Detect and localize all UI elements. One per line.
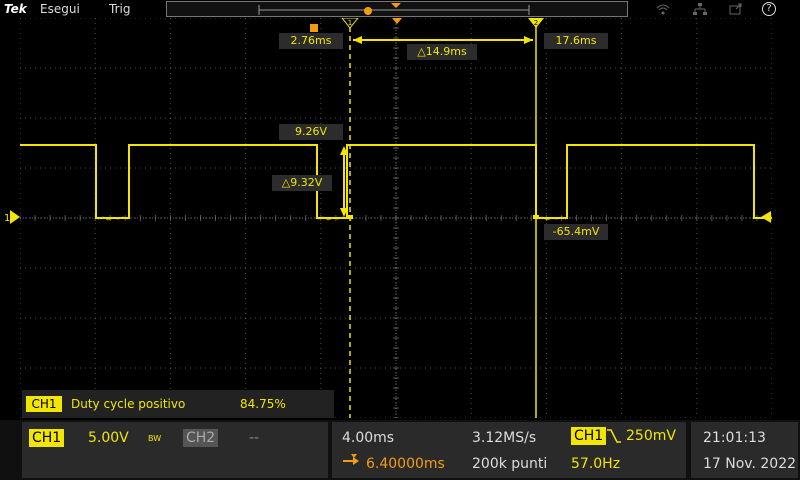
wifi-icon <box>656 3 670 15</box>
record-position-marker <box>391 3 401 8</box>
ch2-badge[interactable]: CH2 <box>183 429 219 447</box>
clock-date: 17 Nov. 2022 <box>703 456 797 472</box>
cursor-b-time-readout: 17.6ms <box>544 33 608 49</box>
sample-rate: 3.12MS/s <box>472 430 537 446</box>
trigger-frequency: 57.0Hz <box>571 456 621 472</box>
vertical-settings-panel[interactable] <box>22 422 328 478</box>
graticule-grid <box>20 18 772 418</box>
cursor-b-voltage-readout: -65.4mV <box>544 224 608 240</box>
tek-logo: Tek <box>4 2 27 16</box>
ch1-ground-marker[interactable]: 1 <box>0 209 22 225</box>
falling-edge-icon <box>607 429 621 443</box>
record-view-graphic <box>258 3 530 15</box>
ch1-badge[interactable]: CH1 <box>29 429 65 447</box>
help-icon[interactable]: ? <box>762 2 776 16</box>
export-icon[interactable] <box>729 3 743 15</box>
trigger-point-marker <box>310 24 318 32</box>
position-arrow-icon <box>343 454 359 465</box>
ch1-scale: 5.00V <box>88 430 129 446</box>
timebase: 4.00ms <box>342 430 395 446</box>
record-view-bar[interactable] <box>166 1 628 17</box>
cursor-delta-time-readout: △14.9ms <box>407 44 477 60</box>
trigger-level-marker[interactable] <box>760 211 772 223</box>
cursor-b-marker-label: 2 <box>534 19 538 27</box>
menu-esegui[interactable]: Esegui <box>40 0 80 18</box>
clock-time: 21:01:13 <box>703 430 766 446</box>
ch2-scale: -- <box>249 430 260 446</box>
trigger-level: 250mV <box>626 428 676 444</box>
record-length: 200k punti <box>472 456 548 472</box>
cursor-a-marker-label: 1 <box>348 19 352 27</box>
trigger-source-badge[interactable]: CH1 <box>571 427 607 445</box>
horizontal-position: 6.40000ms <box>366 456 445 472</box>
ch1-marker-label: 1 <box>4 213 10 224</box>
horizontal-position-marker <box>392 18 402 24</box>
waveform-display[interactable]: 1 2 <box>20 18 772 418</box>
cursor-a-time-readout: 2.76ms <box>279 33 343 49</box>
network-icon <box>693 3 707 15</box>
measurement-name: Duty cycle positivo <box>71 397 186 411</box>
cursor-a-voltage-readout: 9.26V <box>279 124 343 140</box>
cursor-delta-voltage-readout: △9.32V <box>272 175 332 191</box>
measurement-channel-badge: CH1 <box>26 396 62 412</box>
measurement-value: 84.75% <box>240 397 286 411</box>
bandwidth-limit-icon: BW <box>148 434 162 443</box>
record-trigger-marker <box>364 7 372 15</box>
menu-trig[interactable]: Trig <box>109 0 130 18</box>
